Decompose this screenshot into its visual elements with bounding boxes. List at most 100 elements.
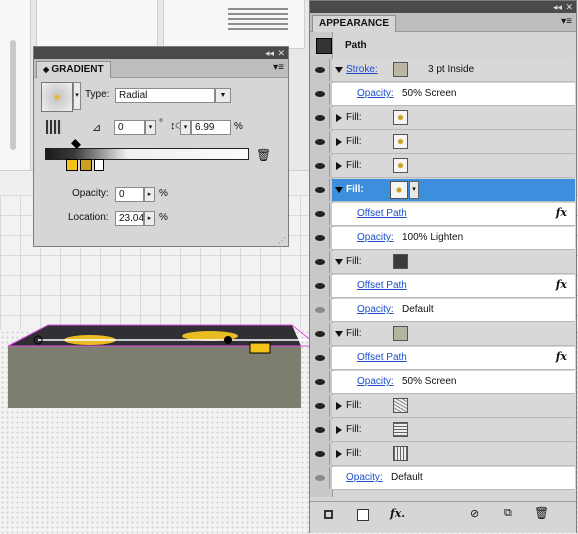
opacity-link[interactable]: Opacity: [346, 472, 383, 483]
resize-grip-icon[interactable]: ⋰ [278, 236, 286, 245]
aspect-ratio-input[interactable]: 6.99 [191, 120, 231, 135]
expand-triangle-icon[interactable] [335, 187, 343, 193]
offset-path-row[interactable]: Offset Path fx [310, 203, 575, 226]
expand-triangle-icon[interactable] [335, 259, 343, 265]
opacity-link[interactable]: Opacity: [357, 376, 394, 387]
collapse-icon[interactable]: ◂◂ [265, 47, 274, 59]
add-new-fill-icon[interactable] [357, 509, 369, 521]
fill-row[interactable]: Fill: [310, 155, 575, 178]
add-new-stroke-icon[interactable] [324, 510, 333, 519]
delete-item-icon[interactable]: 🗑 [534, 506, 549, 520]
close-icon[interactable]: ✕ [565, 1, 573, 13]
visibility-eye-icon[interactable] [310, 371, 330, 393]
clear-appearance-icon[interactable]: ⊘ [470, 507, 479, 520]
offset-path-link[interactable]: Offset Path [357, 352, 407, 363]
visibility-eye-icon[interactable] [310, 131, 330, 153]
reverse-gradient-icon[interactable] [46, 120, 62, 134]
panel-menu-icon[interactable]: ▾≡ [561, 16, 572, 27]
fill-row[interactable]: Fill: [310, 251, 575, 274]
expand-triangle-icon[interactable] [336, 426, 342, 434]
delete-stop-icon[interactable]: 🗑 [256, 148, 271, 162]
color-stop-2[interactable] [80, 159, 92, 171]
fill-row[interactable]: Fill: [310, 395, 575, 418]
aspect-stepper[interactable]: ▾ [180, 120, 191, 135]
fill-row-selected[interactable]: Fill: ▾ [310, 179, 575, 202]
duplicate-item-icon[interactable]: ⧉ [504, 507, 512, 520]
offset-path-link[interactable]: Offset Path [357, 280, 407, 291]
stroke-swatch[interactable] [393, 62, 408, 77]
offset-path-link[interactable]: Offset Path [357, 208, 407, 219]
gradient-titlebar[interactable]: ◂◂ ✕ [34, 47, 288, 59]
expand-triangle-icon[interactable] [336, 138, 342, 146]
fill-row[interactable]: Fill: [310, 323, 575, 346]
location-input[interactable]: 23.04 [115, 211, 144, 226]
add-new-effect-icon[interactable]: fx. [390, 507, 405, 520]
expand-triangle-icon[interactable] [336, 162, 342, 170]
visibility-eye-icon[interactable] [310, 323, 330, 345]
pattern-fill-swatch[interactable] [393, 422, 408, 437]
opacity-row[interactable]: Opacity: Default [310, 299, 575, 322]
panel-menu-icon[interactable]: ▾≡ [273, 62, 284, 73]
swatch-dropdown[interactable]: ▾ [409, 181, 419, 199]
gradient-preview-dropdown[interactable]: ▾ [73, 82, 81, 110]
visibility-eye-icon[interactable] [310, 347, 330, 369]
gradient-preview-swatch[interactable] [41, 82, 73, 112]
olive-fill-swatch[interactable] [393, 326, 408, 341]
gradient-fill-swatch[interactable] [393, 158, 408, 173]
fill-row[interactable]: Fill: [310, 107, 575, 130]
collapse-icon[interactable]: ◂◂ [553, 1, 562, 13]
visibility-eye-icon[interactable] [310, 227, 330, 249]
expand-triangle-icon[interactable] [335, 67, 343, 73]
visibility-eye-icon[interactable] [310, 107, 330, 129]
type-select[interactable]: Radial [115, 88, 215, 103]
visibility-eye-icon[interactable] [310, 467, 330, 489]
offset-path-row[interactable]: Offset Path fx [310, 347, 575, 370]
fill-row[interactable]: Fill: [310, 443, 575, 466]
opacity-link[interactable]: Opacity: [357, 88, 394, 99]
type-select-arrow[interactable]: ▼ [215, 88, 231, 103]
pattern-fill-swatch[interactable] [393, 446, 408, 461]
expand-triangle-icon[interactable] [336, 114, 342, 122]
visibility-eye-icon[interactable] [310, 203, 330, 225]
gradient-fill-swatch[interactable] [393, 134, 408, 149]
color-stop-1[interactable] [66, 159, 78, 171]
opacity-row[interactable]: Opacity: 50% Screen [310, 371, 575, 394]
opacity-input[interactable]: 0 [115, 187, 144, 202]
visibility-eye-icon[interactable] [310, 83, 330, 105]
close-icon[interactable]: ✕ [277, 47, 285, 59]
fill-row[interactable]: Fill: [310, 131, 575, 154]
selected-stop[interactable] [94, 159, 104, 171]
opacity-link[interactable]: Opacity: [357, 232, 394, 243]
expand-triangle-icon[interactable] [336, 450, 342, 458]
location-stepper[interactable]: ▸ [144, 211, 155, 226]
gradient-fill-swatch[interactable] [390, 181, 408, 199]
tab-gradient[interactable]: ◆ GRADIENT [36, 61, 111, 78]
opacity-row[interactable]: Opacity: 50% Screen [310, 83, 575, 106]
offset-path-row[interactable]: Offset Path fx [310, 275, 575, 298]
opacity-row[interactable]: Opacity: 100% Lighten [310, 227, 575, 250]
visibility-eye-icon[interactable] [310, 59, 330, 81]
gradient-fill-swatch[interactable] [393, 110, 408, 125]
appearance-titlebar[interactable]: ◂◂ ✕ [310, 1, 576, 13]
expand-triangle-icon[interactable] [335, 331, 343, 337]
dark-fill-swatch[interactable] [393, 254, 408, 269]
fill-row[interactable]: Fill: [310, 419, 575, 442]
opacity-stepper[interactable]: ▸ [144, 187, 155, 202]
angle-stepper[interactable]: ▾ [145, 120, 156, 135]
visibility-eye-icon[interactable] [310, 155, 330, 177]
expand-triangle-icon[interactable] [336, 402, 342, 410]
angle-input[interactable]: 0 [114, 120, 145, 135]
tab-appearance[interactable]: APPEARANCE [312, 15, 397, 32]
visibility-eye-icon[interactable] [310, 179, 330, 201]
opacity-row[interactable]: Opacity: Default [310, 467, 575, 490]
visibility-eye-icon[interactable] [310, 299, 330, 321]
visibility-eye-icon[interactable] [310, 395, 330, 417]
visibility-eye-icon[interactable] [310, 251, 330, 273]
visibility-eye-icon[interactable] [310, 443, 330, 465]
visibility-eye-icon[interactable] [310, 275, 330, 297]
opacity-link[interactable]: Opacity: [357, 304, 394, 315]
visibility-eye-icon[interactable] [310, 419, 330, 441]
stroke-row[interactable]: Stroke: 3 pt Inside [310, 59, 575, 82]
pattern-fill-swatch[interactable] [393, 398, 408, 413]
stroke-link[interactable]: Stroke: [346, 64, 378, 75]
